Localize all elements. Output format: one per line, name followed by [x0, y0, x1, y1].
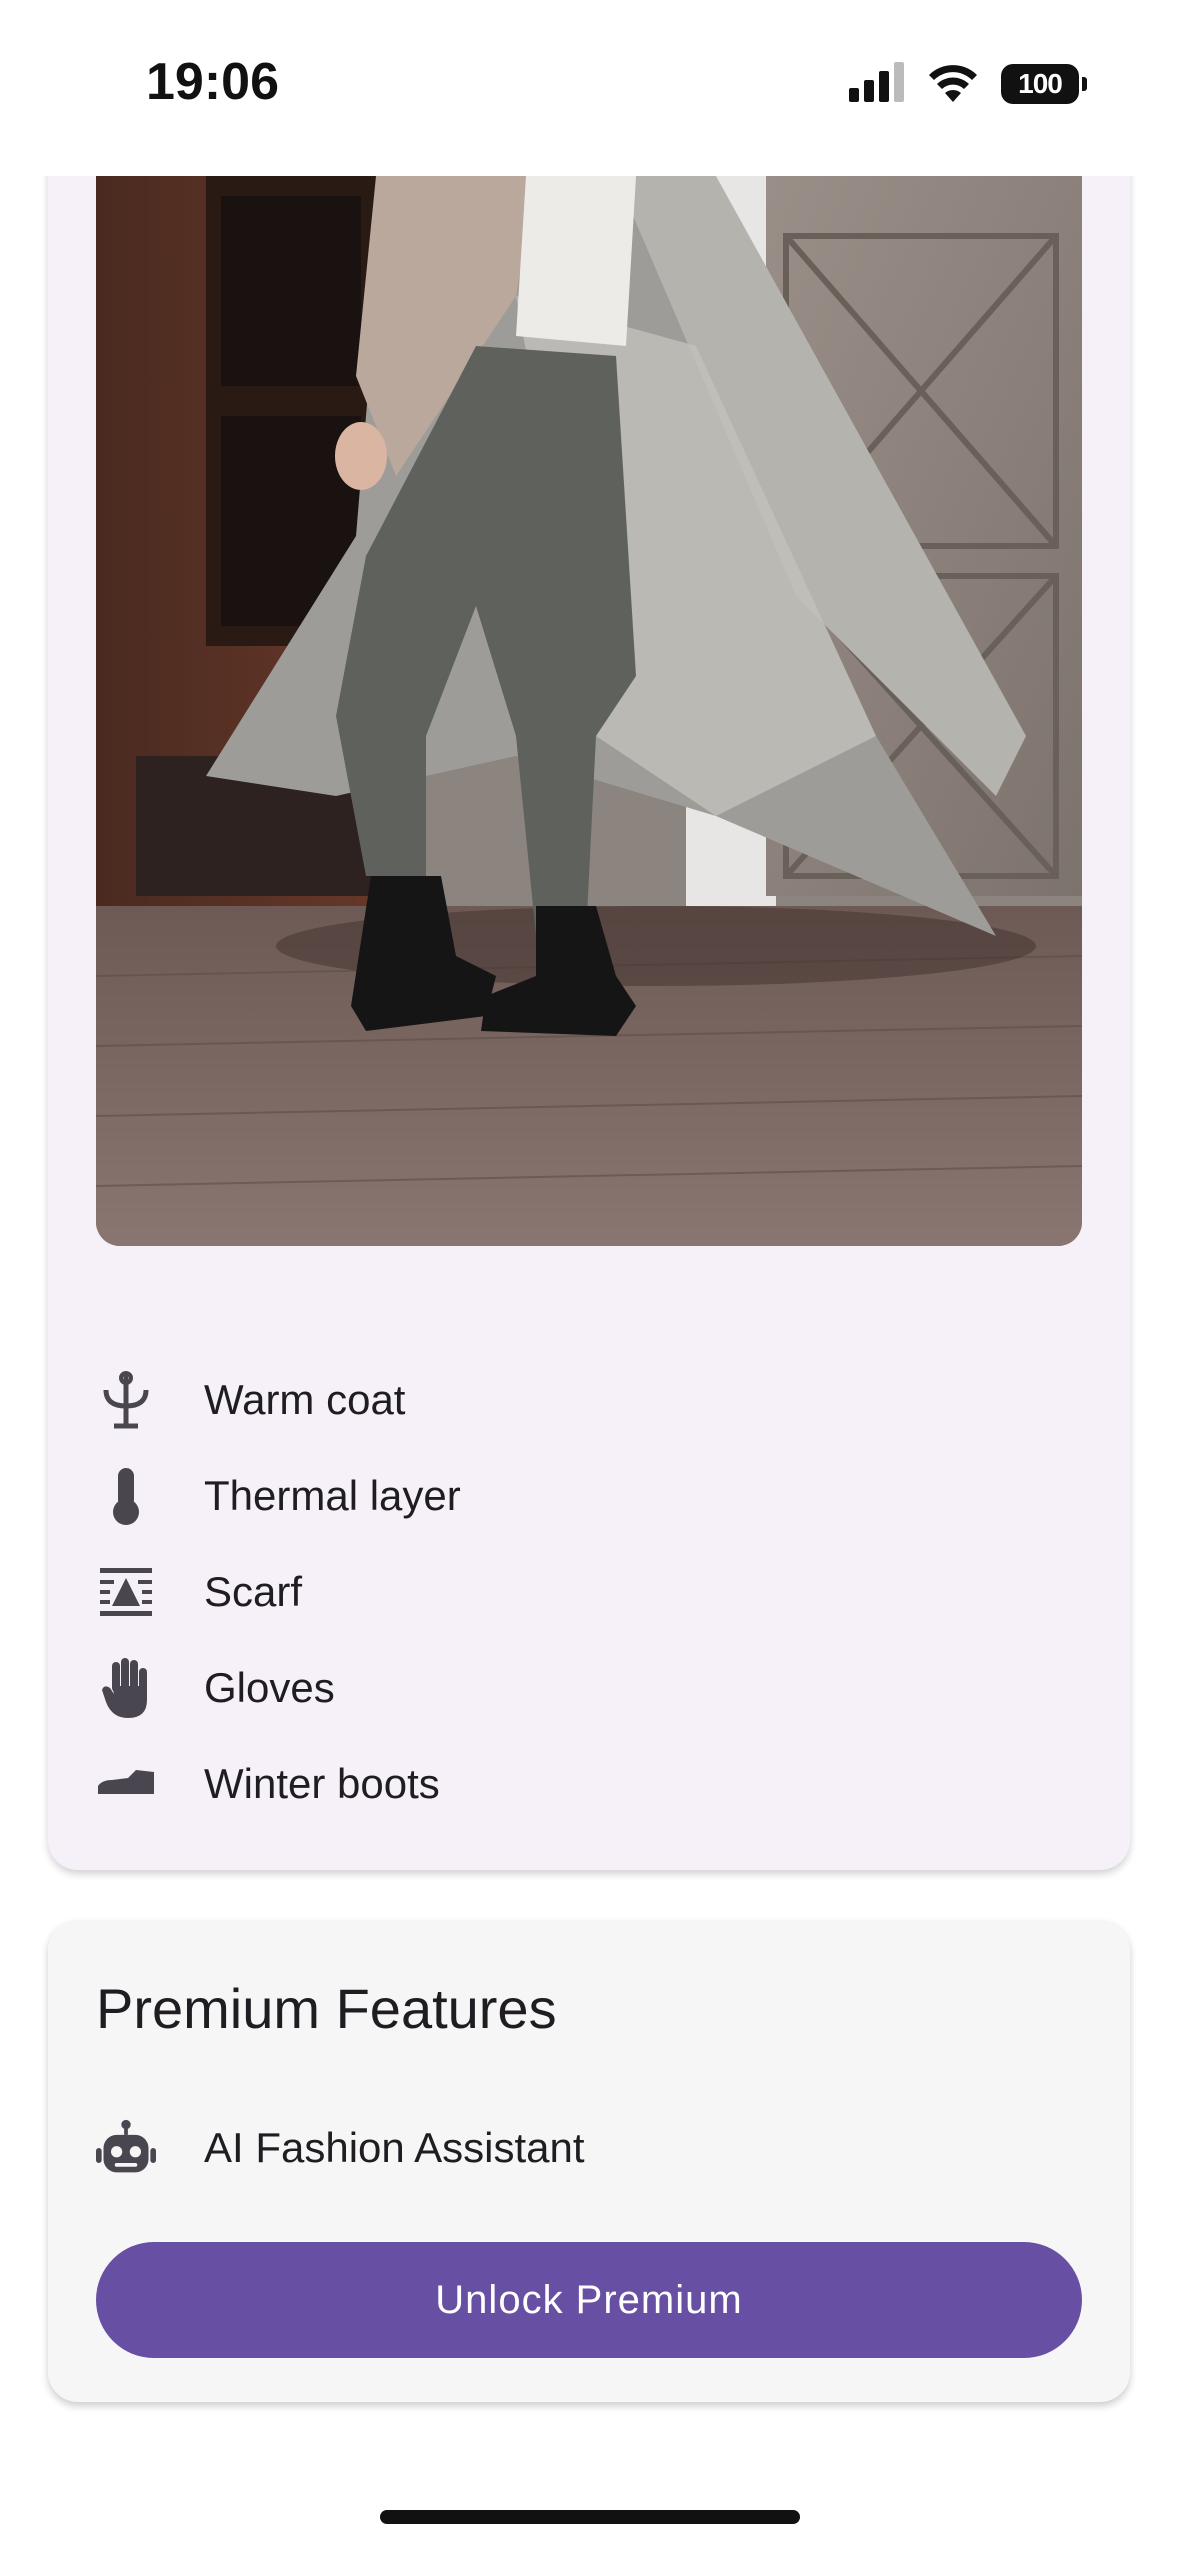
list-item: Warm coat	[96, 1352, 1082, 1448]
app-screen: 19:06 100 Warm coat Thermal layer Scarf …	[0, 0, 1179, 2556]
home-indicator[interactable]	[380, 2510, 800, 2524]
premium-feature-label: AI Fashion Assistant	[204, 2124, 585, 2171]
item-label: Warm coat	[204, 1376, 406, 1423]
list-item: Scarf	[96, 1544, 1082, 1640]
premium-title: Premium Features	[96, 1977, 557, 2040]
hand-icon	[96, 1658, 156, 1718]
list-item: Gloves	[96, 1640, 1082, 1736]
premium-card: Premium Features AI Fashion Assistant Un…	[48, 1920, 1130, 2402]
unlock-premium-button[interactable]: Unlock Premium	[96, 2242, 1082, 2358]
status-time: 19:06	[146, 53, 279, 111]
item-label: Thermal layer	[204, 1472, 461, 1519]
battery-icon: 100	[1001, 64, 1087, 104]
status-bar: 19:06 100	[0, 0, 1179, 176]
item-label: Gloves	[204, 1664, 335, 1711]
outfit-photo	[96, 176, 1082, 1246]
robot-icon	[96, 2118, 156, 2178]
scarf-icon	[96, 1562, 156, 1622]
outfit-card: Warm coat Thermal layer Scarf Gloves Win…	[48, 120, 1130, 1870]
battery-level: 100	[1018, 68, 1063, 99]
cellular-signal-icon	[849, 61, 905, 107]
boot-icon	[96, 1754, 156, 1814]
wifi-icon	[927, 62, 979, 107]
coat-hanger-icon	[96, 1370, 156, 1430]
thermometer-icon	[96, 1466, 156, 1526]
status-icons: 100	[849, 60, 1087, 108]
outfit-items-list: Warm coat Thermal layer Scarf Gloves Win…	[96, 1352, 1082, 1832]
item-label: Scarf	[204, 1568, 303, 1615]
list-item: Thermal layer	[96, 1448, 1082, 1544]
item-label: Winter boots	[204, 1760, 440, 1807]
list-item: Winter boots	[96, 1736, 1082, 1832]
premium-feature-item: AI Fashion Assistant	[96, 2100, 585, 2196]
